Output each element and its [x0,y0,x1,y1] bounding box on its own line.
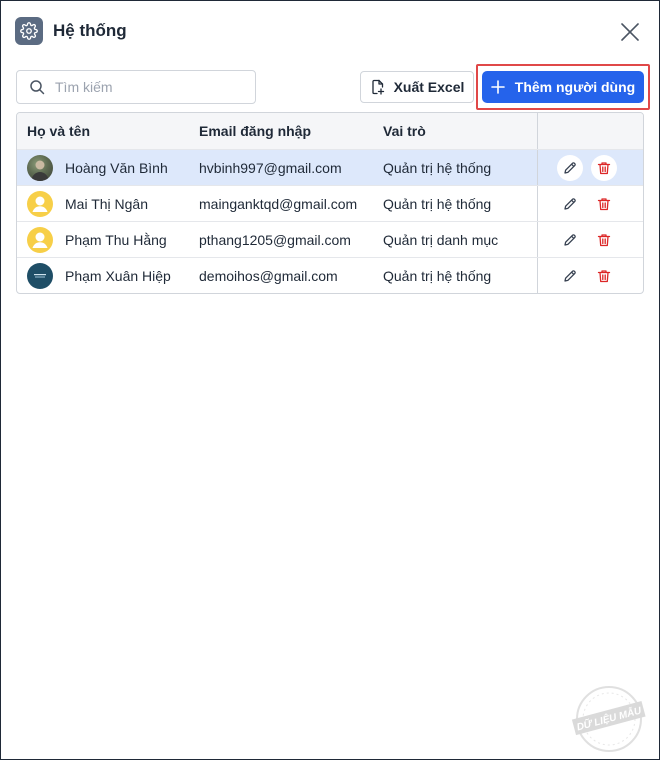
name-cell: Hoàng Văn Bình [17,154,189,181]
user-role: Quản trị danh mục [383,231,499,248]
table-row[interactable]: Hoàng Văn Bình hvbinh997@gmail.com Quản … [17,149,643,185]
search-input[interactable] [55,79,235,95]
actions-cell [537,222,635,257]
file-export-icon [371,79,384,95]
user-email: demoihos@gmail.com [199,267,338,284]
pencil-icon [563,161,576,174]
delete-button[interactable] [591,227,617,253]
table-row[interactable]: Mai Thị Ngân mainganktqd@gmail.com Quản … [17,185,643,221]
table-row[interactable]: Phạm Xuân Hiệp demoihos@gmail.com Quản t… [17,257,643,293]
column-header-actions [537,113,635,149]
name-cell: Phạm Xuân Hiệp [17,262,189,289]
user-name: Phạm Xuân Hiệp [65,267,171,284]
edit-button[interactable] [557,191,583,217]
user-email: hvbinh997@gmail.com [199,159,342,176]
column-header-name: Họ và tên [27,123,91,139]
export-excel-label: Xuất Excel [393,79,465,95]
pencil-icon [563,197,576,210]
user-name: Mai Thị Ngân [65,195,149,212]
delete-button[interactable] [591,191,617,217]
search-box[interactable] [16,70,256,104]
export-excel-button[interactable]: Xuất Excel [360,71,474,103]
actions-cell [537,258,635,293]
delete-button[interactable] [590,154,617,181]
gear-icon [15,17,43,45]
add-user-button[interactable]: Thêm người dùng [482,71,644,103]
add-user-label: Thêm người dùng [514,79,636,95]
avatar [27,226,53,253]
close-icon [621,23,639,41]
actions-cell [537,186,635,221]
trash-icon [597,161,610,174]
dialog-header: Hệ thống [15,17,127,45]
user-role: Quản trị hệ thống [383,159,492,176]
edit-button[interactable] [557,263,583,289]
user-email: mainganktqd@gmail.com [199,195,358,212]
edit-button[interactable] [557,227,583,253]
column-header-role: Vai trò [383,123,426,139]
trash-icon [597,269,610,282]
user-name: Hoàng Văn Bình [65,159,168,176]
table-header: Họ và tên Email đăng nhập Vai trò [17,113,643,149]
pencil-icon [563,269,576,282]
delete-button[interactable] [591,263,617,289]
pencil-icon [563,233,576,246]
name-cell: Phạm Thu Hằng [17,226,189,253]
plus-icon [490,80,505,94]
dialog-window: Hệ thống Xuất Excel Thêm người dùng [0,0,660,760]
user-name: Phạm Thu Hằng [65,231,167,248]
dialog-title: Hệ thống [53,21,127,40]
users-table: Họ và tên Email đăng nhập Vai trò Hoàng … [16,112,644,294]
watermark-stamp: DỮ LIỆU MẪU [567,677,651,760]
name-cell: Mai Thị Ngân [17,190,189,217]
user-role: Quản trị hệ thống [383,267,492,284]
column-header-email: Email đăng nhập [199,123,312,139]
close-button[interactable] [619,21,641,43]
user-role: Quản trị hệ thống [383,195,492,212]
trash-icon [597,197,610,210]
avatar [27,262,53,289]
avatar [27,154,53,181]
avatar [27,190,53,217]
edit-button[interactable] [556,154,583,181]
actions-cell [537,150,635,185]
trash-icon [597,233,610,246]
user-email: pthang1205@gmail.com [199,231,351,248]
table-row[interactable]: Phạm Thu Hằng pthang1205@gmail.com Quản … [17,221,643,257]
search-icon [30,80,45,95]
